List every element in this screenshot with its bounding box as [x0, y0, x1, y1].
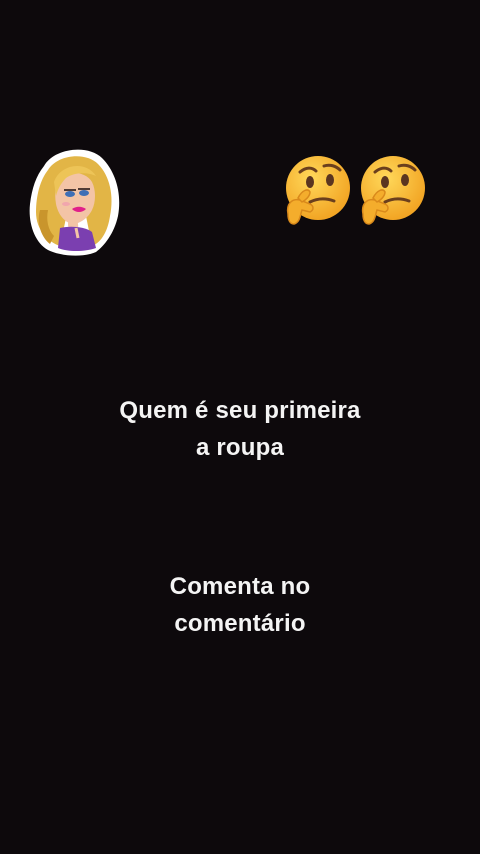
comment-line-1: Comenta no	[169, 573, 311, 600]
thinking-face-emoji	[361, 156, 425, 225]
comment-line-2: comentário	[174, 610, 306, 637]
cartoon-woman-sticker	[29, 149, 120, 256]
comment-caption: Comenta no comentário	[0, 568, 480, 642]
question-line-1: Quem é seu primeira	[119, 397, 361, 424]
thinking-face-emoji	[286, 156, 350, 225]
story-screen: Quem é seu primeira a roupa Comenta no c…	[0, 0, 480, 854]
question-caption: Quem é seu primeira a roupa	[0, 392, 480, 466]
question-line-2: a roupa	[195, 434, 285, 461]
